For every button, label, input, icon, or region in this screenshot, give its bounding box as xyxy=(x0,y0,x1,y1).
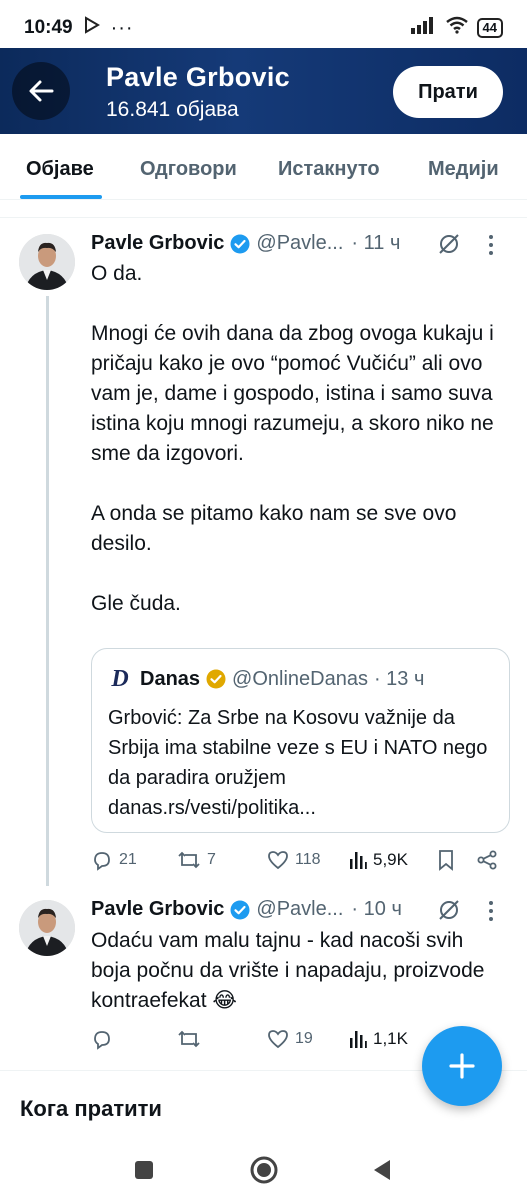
repost-button[interactable] xyxy=(177,1024,207,1054)
author-handle[interactable]: @Pavle... xyxy=(256,898,343,921)
more-notifications-icon: ··· xyxy=(110,16,134,39)
grok-icon[interactable] xyxy=(437,898,461,922)
tweet-text: O da. Mnogi će ovih dana da zbog ovoga k… xyxy=(91,262,494,615)
recents-button[interactable] xyxy=(126,1152,162,1188)
circle-icon xyxy=(250,1156,278,1184)
author-name[interactable]: Pavle Grbovic xyxy=(91,898,224,921)
repost-icon xyxy=(178,1030,200,1048)
tweet-header: Pavle Grbovic @Pavle... · 10 ч xyxy=(91,898,402,921)
verified-badge-icon xyxy=(206,669,226,689)
who-to-follow-heading: Кога пратити xyxy=(20,1096,162,1121)
share-button[interactable] xyxy=(476,845,498,875)
triangle-back-icon xyxy=(374,1160,390,1180)
tweet-header: Pavle Grbovic @Pavle... · 11 ч xyxy=(91,232,400,255)
reply-icon xyxy=(94,1031,110,1050)
tweet-time: · 10 ч xyxy=(351,898,402,920)
author-handle[interactable]: @Pavle... xyxy=(256,232,343,255)
share-icon xyxy=(477,850,497,870)
play-store-icon xyxy=(83,16,101,40)
compose-button[interactable] xyxy=(422,1026,502,1106)
system-navigation-bar xyxy=(0,1138,527,1200)
back-nav-button[interactable] xyxy=(364,1152,400,1188)
repost-icon xyxy=(178,851,200,869)
avatar[interactable] xyxy=(19,234,75,290)
profile-header: Pavle Grbovic 16.841 објава Прати xyxy=(0,48,527,134)
views-button[interactable]: 1,1K xyxy=(349,1024,408,1054)
quoted-tweet-header: D Danas @OnlineDanas · 13 ч xyxy=(108,665,425,692)
bookmark-icon xyxy=(439,850,453,871)
home-button[interactable] xyxy=(246,1152,282,1188)
quoted-tweet-text: Grbović: Za Srbe na Kosovu važnije da Sr… xyxy=(108,707,493,819)
tab-posts[interactable]: Објаве xyxy=(26,158,94,181)
profile-tabs: Објаве Одговори Истакнуто Медији xyxy=(0,134,527,200)
tab-highlights[interactable]: Истакнуто xyxy=(278,158,380,181)
post-count: 16.841 објава xyxy=(106,98,239,121)
heart-icon xyxy=(268,851,288,870)
views-icon xyxy=(350,852,367,869)
like-count: 118 xyxy=(295,851,321,868)
arrow-left-icon xyxy=(29,80,54,102)
bookmark-button[interactable] xyxy=(437,845,455,875)
quoted-author-name: Danas xyxy=(140,667,201,690)
heart-icon xyxy=(268,1030,288,1049)
battery-indicator: 44 xyxy=(476,18,503,38)
repost-button[interactable]: 7 xyxy=(177,845,216,875)
active-tab-indicator xyxy=(20,195,102,199)
more-options-icon[interactable] xyxy=(488,234,494,256)
like-button[interactable]: 118 xyxy=(267,845,321,875)
quoted-author-handle: @OnlineDanas xyxy=(232,667,368,690)
reply-button[interactable]: 21 xyxy=(91,845,137,875)
tab-replies[interactable]: Одговори xyxy=(140,158,237,181)
like-button[interactable]: 19 xyxy=(267,1024,313,1054)
tweet-time: · 11 ч xyxy=(351,232,401,254)
wifi-icon xyxy=(445,16,469,40)
views-icon xyxy=(350,1031,367,1048)
verified-badge-icon xyxy=(230,900,250,920)
quoted-tweet-time: · 13 ч xyxy=(373,667,425,690)
follow-button[interactable]: Прати xyxy=(393,66,503,118)
views-button[interactable]: 5,9K xyxy=(349,845,408,875)
divider xyxy=(0,200,527,218)
danas-logo: D xyxy=(111,665,129,692)
view-count: 1,1K xyxy=(373,1029,408,1048)
status-time: 10:49 xyxy=(24,17,73,38)
thread-connector xyxy=(46,296,49,886)
reply-count: 21 xyxy=(119,851,137,868)
signal-icon xyxy=(410,16,437,40)
back-button[interactable] xyxy=(12,62,70,120)
tweet-actions: 21 7 118 5,9K xyxy=(91,845,511,875)
square-icon xyxy=(135,1161,153,1179)
view-count: 5,9K xyxy=(373,850,408,869)
tab-media[interactable]: Медији xyxy=(428,158,499,181)
plus-icon xyxy=(449,1053,475,1079)
quoted-tweet[interactable]: D Danas @OnlineDanas · 13 ч Grbović: Za … xyxy=(91,648,510,833)
repost-count: 7 xyxy=(207,851,216,868)
like-count: 19 xyxy=(295,1030,313,1047)
verified-badge-icon xyxy=(230,234,250,254)
reply-button[interactable] xyxy=(91,1024,119,1054)
avatar[interactable] xyxy=(19,900,75,956)
more-options-icon[interactable] xyxy=(488,900,494,922)
grok-icon[interactable] xyxy=(437,232,461,256)
profile-name: Pavle Grbovic xyxy=(106,62,290,92)
tweet-text: Odaću vam malu tajnu - kad nacoši svih b… xyxy=(91,929,491,1012)
author-name[interactable]: Pavle Grbovic xyxy=(91,232,224,255)
reply-icon xyxy=(94,852,110,871)
